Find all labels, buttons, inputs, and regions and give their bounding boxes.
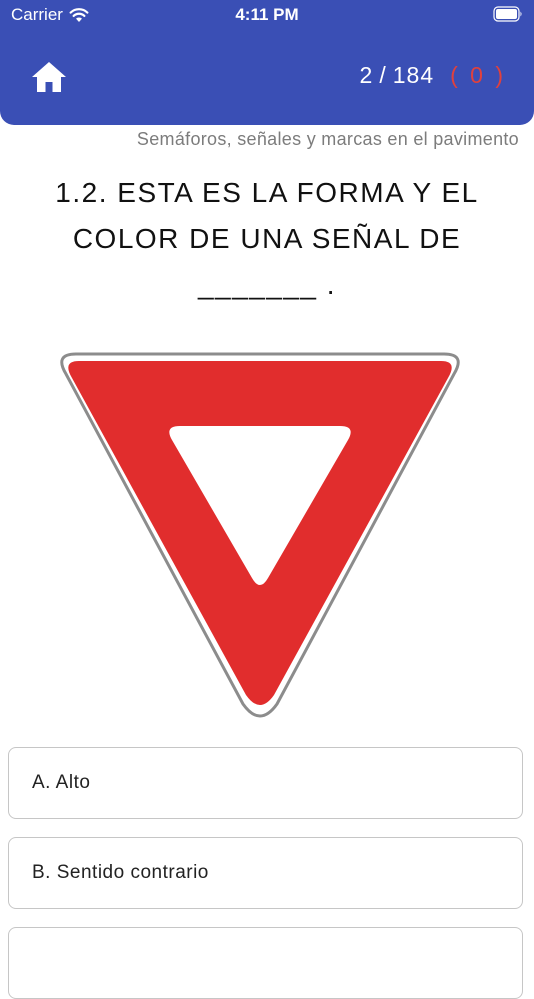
status-time: 4:11 PM bbox=[235, 5, 299, 24]
answer-option-label: A. Alto bbox=[32, 772, 91, 793]
answer-option-c[interactable] bbox=[8, 927, 523, 999]
app-header: Carrier 4:11 PM 2 / 184 ( 0 ) bbox=[0, 0, 534, 125]
question-line-2: COLOR DE UNA SEÑAL DE bbox=[72, 223, 462, 254]
total-questions: 184 bbox=[392, 62, 435, 88]
category-label: Semáforos, señales y marcas en el pavime… bbox=[136, 129, 519, 149]
yield-sign-icon bbox=[60, 352, 460, 718]
wrong-answers-count: ( 0 ) bbox=[450, 62, 506, 88]
answer-option-b[interactable]: B. Sentido contrario bbox=[8, 837, 523, 909]
answer-option-a[interactable]: A. Alto bbox=[8, 747, 523, 819]
progress-counter: 2 / 184 ( 0 ) bbox=[360, 62, 506, 89]
answer-option-label: B. Sentido contrario bbox=[32, 862, 209, 883]
battery-icon bbox=[493, 6, 522, 22]
status-bar: Carrier 4:11 PM bbox=[0, 0, 534, 32]
question-line-1: 1.2. ESTA ES LA FORMA Y EL bbox=[55, 177, 479, 208]
home-icon[interactable] bbox=[30, 60, 68, 94]
counter-separator: / bbox=[379, 62, 387, 88]
current-question-number: 2 bbox=[359, 62, 374, 88]
question-text: 1.2. ESTA ES LA FORMA Y EL COLOR DE UNA … bbox=[20, 170, 514, 308]
question-line-3: _______ . bbox=[197, 269, 337, 300]
